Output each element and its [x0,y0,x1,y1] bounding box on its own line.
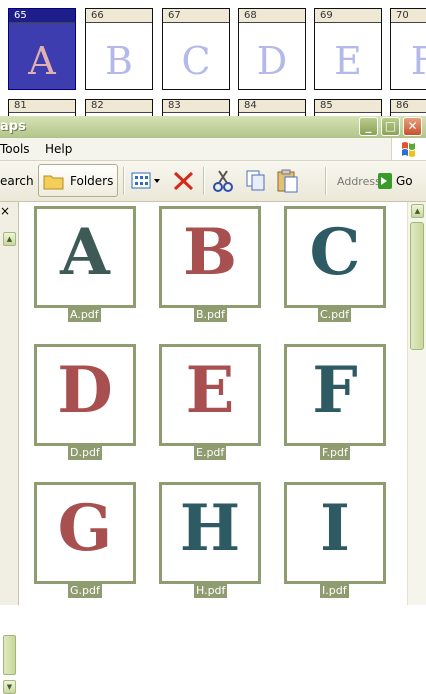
scroll-up-icon[interactable]: ▲ [411,204,424,218]
file-name-c[interactable]: C.pdf [318,307,352,322]
thumbnail-a[interactable]: A [34,206,136,308]
scroll-down-icon[interactable]: ▼ [3,680,16,694]
file-name-h[interactable]: H.pdf [194,583,228,598]
views-icon[interactable] [131,170,161,192]
windows-logo-icon [391,138,426,160]
letter-cell-70[interactable]: 70 F [390,8,426,90]
minimize-button[interactable]: _ [359,117,378,136]
file-name-g[interactable]: G.pdf [68,583,102,598]
file-name-f[interactable]: F.pdf [320,445,350,460]
thumbnail-h[interactable]: H [159,482,261,584]
decorated-letter-g: G [57,491,113,566]
toolbar: earch Folders Address Go [0,161,426,202]
cell-number: 82 [86,100,152,113]
cell-letter: D [256,39,288,83]
address-label: Address [337,175,381,188]
cell-number: 81 [9,100,75,113]
letter-cell-66[interactable]: 66 B [85,8,153,90]
close-button[interactable]: ✕ [403,117,422,136]
letter-cell-67[interactable]: 67 C [162,8,230,90]
decorated-letter-a: A [60,215,110,290]
title-bar[interactable]: aps _ □ ✕ [0,116,426,138]
cell-number: 69 [315,9,381,23]
thumbnail-i[interactable]: I [284,482,386,584]
cell-number: 68 [239,9,305,23]
menu-tools[interactable]: Tools [0,142,30,156]
decorated-letter-f: F [312,353,358,428]
file-name-a[interactable]: A.pdf [68,307,101,322]
cell-letter: B [105,39,133,83]
letter-cell-82: 82 [85,99,153,116]
paste-icon[interactable] [276,168,300,194]
cut-icon[interactable] [212,169,234,193]
letter-cell-85: 85 [314,99,382,116]
cell-number: 83 [163,100,229,113]
cell-letter: C [181,39,211,83]
thumbnail-f[interactable]: F [284,344,386,446]
letter-cell-83: 83 [162,99,230,116]
folders-button[interactable]: Folders [38,164,118,197]
menu-bar: Tools Help [0,138,426,161]
thumbnail-d[interactable]: D [34,344,136,446]
cell-number: 85 [315,100,381,113]
cell-letter: F [410,39,426,83]
letter-cell-69[interactable]: 69 E [314,8,382,90]
letter-cell-68[interactable]: 68 D [238,8,306,90]
menu-help[interactable]: Help [45,142,72,156]
cell-number: 65 [9,9,75,23]
thumbnail-c[interactable]: C [284,206,386,308]
folders-label: Folders [70,174,114,188]
file-name-b[interactable]: B.pdf [194,307,227,322]
copy-icon[interactable] [245,169,267,193]
window-title: aps [0,119,26,134]
file-name-i[interactable]: I.pdf [320,583,349,598]
thumbnail-g[interactable]: G [34,482,136,584]
decorated-letter-c: C [309,215,361,290]
letter-cell-86: 86 [390,99,426,116]
cell-number: 86 [391,100,426,113]
go-button[interactable]: Go [396,174,413,188]
vertical-scrollbar[interactable]: ▲ [407,202,426,605]
file-name-d[interactable]: D.pdf [68,445,102,460]
background-letter-sheet: 65 A 66 B 67 C 68 D 69 E 70 F 81 82 83 8… [0,0,426,116]
delete-icon[interactable] [172,170,196,192]
letter-cell-84: 84 [238,99,306,116]
decorated-letter-e: E [185,353,235,428]
toolbar-separator [203,167,205,195]
decorated-letter-b: B [182,215,238,290]
pane-scroll-thumb[interactable] [3,635,16,675]
cell-letter: A [28,39,56,83]
maximize-button[interactable]: □ [381,117,400,136]
go-arrow-icon[interactable] [378,173,392,189]
letter-cell-65[interactable]: 65 A [8,8,76,90]
folders-pane: × ▲ ▼ [0,202,19,694]
letter-cell-81: 81 [8,99,76,116]
toolbar-separator [325,167,327,195]
cell-number: 70 [391,9,426,23]
folder-icon [43,175,64,190]
explorer-window: aps _ □ ✕ Tools Help earch Folders Addre… [0,116,426,694]
close-pane-icon[interactable]: × [0,204,10,218]
cell-letter: E [334,39,362,83]
file-name-e[interactable]: E.pdf [194,445,227,460]
decorated-letter-h: H [179,491,241,566]
cell-number: 66 [86,9,152,23]
scroll-thumb[interactable] [410,222,424,350]
thumbnail-e[interactable]: E [159,344,261,446]
scroll-up-icon[interactable]: ▲ [3,232,16,246]
decorated-letter-d: D [57,353,113,428]
file-thumbnails-view: A A.pdf B B.pdf C C.pdf D D.pdf E E.pdf … [19,202,407,605]
toolbar-separator [123,167,125,195]
search-button[interactable]: earch [0,174,34,188]
cell-number: 84 [239,100,305,113]
decorated-letter-i: I [320,491,350,566]
cell-number: 67 [163,9,229,23]
thumbnail-b[interactable]: B [159,206,261,308]
